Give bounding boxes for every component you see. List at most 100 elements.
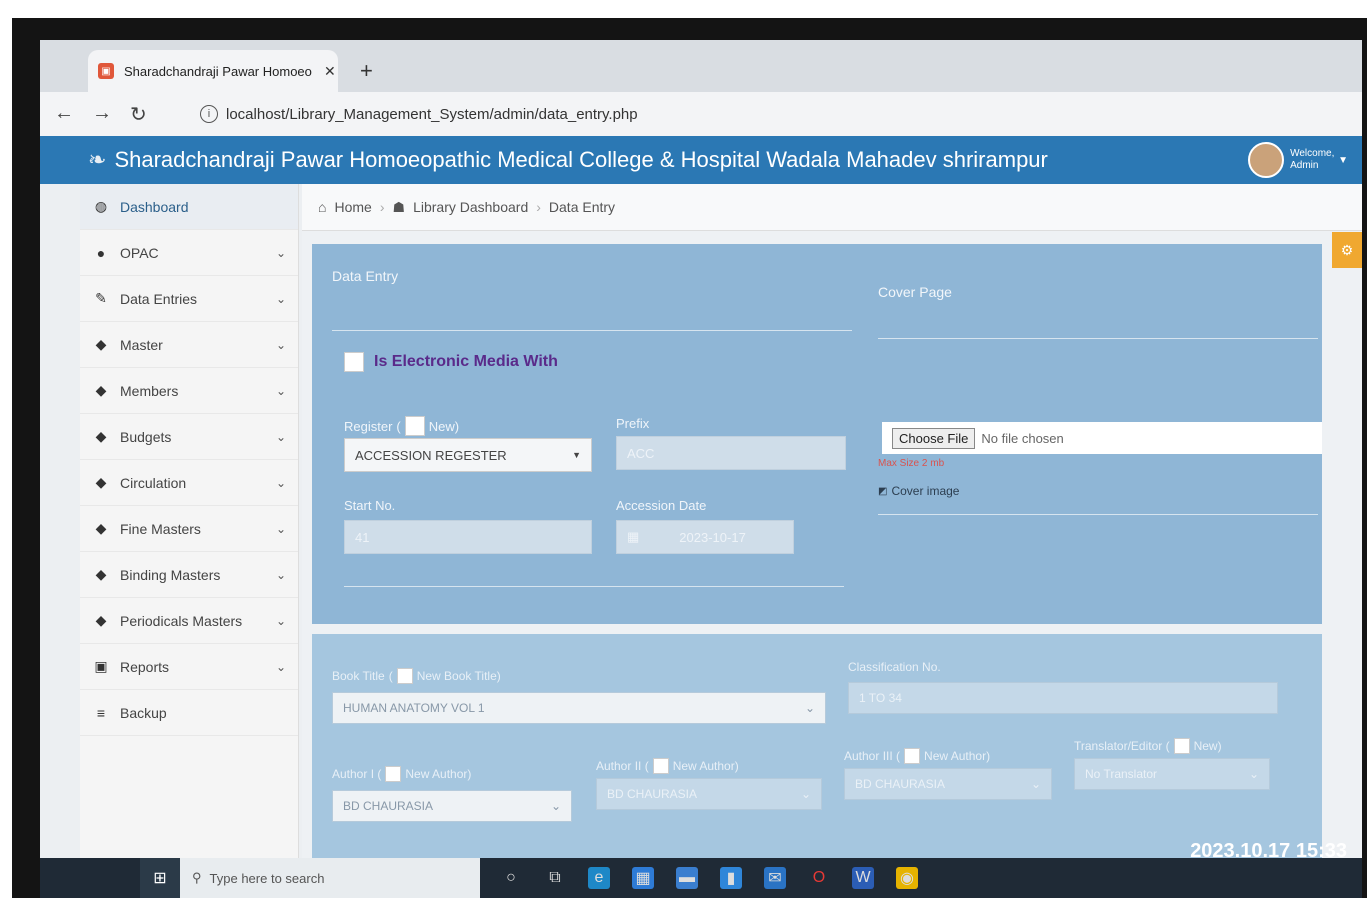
new-translator-checkbox[interactable] — [1173, 738, 1190, 754]
sidebar-item-backup[interactable]: ≡ Backup — [80, 690, 298, 736]
breadcrumb-separator: › — [536, 199, 541, 215]
author3-select[interactable]: BD CHAURASIA ⌄ — [844, 768, 1052, 800]
register-select[interactable]: ACCESSION REGESTER ▼ — [344, 438, 592, 472]
sidebar-item-budgets[interactable]: ◆ Budgets ⌄ — [80, 414, 298, 460]
sidebar-item-members[interactable]: ◆ Members ⌄ — [80, 368, 298, 414]
taskbar-search[interactable]: ⚲ Type here to search — [180, 858, 480, 898]
new-book-title-checkbox[interactable] — [396, 668, 413, 684]
browser-tab[interactable]: ▣ Sharadchandraji Pawar Homoeo ✕ — [88, 50, 338, 92]
windows-start-icon[interactable]: ⊞ — [140, 858, 180, 898]
chevron-down-icon: ⌄ — [275, 291, 286, 306]
breadcrumb-current: Data Entry — [548, 199, 616, 215]
start-no-label: Start No. — [344, 498, 396, 513]
user-label[interactable]: Welcome, Admin — [1290, 148, 1334, 172]
new-author3-checkbox[interactable] — [904, 748, 921, 764]
info-icon[interactable]: i — [200, 105, 218, 123]
omnibox[interactable]: i localhost/Library_Management_System/ad… — [200, 100, 1100, 128]
forward-icon[interactable]: → — [92, 102, 112, 127]
chrome-icon[interactable]: ◉ — [896, 867, 918, 889]
url-text[interactable]: localhost/Library_Management_System/admi… — [226, 106, 638, 123]
prefix-input[interactable]: ACC — [616, 436, 846, 470]
cover-image-placeholder: ◩ Cover image — [878, 484, 959, 498]
translator-label: Translator/Editor ( New) — [1074, 738, 1222, 754]
register-label-text: Register — [344, 418, 393, 434]
accession-date-label: Accession Date — [616, 498, 707, 513]
task-view-icon[interactable]: ⧉ — [544, 867, 566, 889]
accession-date-input[interactable]: ▦ 2023-10-17 — [616, 520, 794, 554]
cortana-icon[interactable]: ○ — [500, 867, 522, 889]
word-icon[interactable]: W — [852, 867, 874, 889]
start-no-input[interactable]: 41 — [344, 520, 592, 554]
app-title: Sharadchandraji Pawar Homoeopathic Medic… — [114, 147, 1048, 172]
paren-open: ( — [396, 418, 401, 434]
edge-icon[interactable]: e — [588, 867, 610, 889]
prefix-value: ACC — [627, 445, 655, 461]
new-book-title-label: New Book Title) — [416, 669, 501, 683]
book-title-select[interactable]: HUMAN ANATOMY VOL 1 ⌄ — [332, 692, 826, 724]
author3-value: BD CHAURASIA — [855, 777, 946, 791]
new-author2-label: New Author) — [672, 759, 739, 773]
reload-icon[interactable]: ↻ — [130, 102, 147, 127]
sidebar-item-circulation[interactable]: ◆ Circulation ⌄ — [80, 460, 298, 506]
calendar-app-icon[interactable]: ▦ — [632, 867, 654, 889]
choose-file-button[interactable]: Choose File — [892, 427, 976, 449]
electronic-media-checkbox[interactable] — [344, 352, 364, 372]
author1-value: BD CHAURASIA — [343, 799, 434, 813]
users-icon: ☗ — [392, 198, 406, 215]
new-author1-checkbox[interactable] — [385, 766, 402, 782]
classification-value: 1 TO 34 — [859, 691, 902, 705]
cover-file-input[interactable]: Choose File No file chosen — [882, 422, 1322, 454]
chevron-down-icon: ⌄ — [275, 383, 286, 398]
translator-value: No Translator — [1085, 767, 1158, 781]
sidebar-item-reports[interactable]: ▣ Reports ⌄ — [80, 644, 298, 690]
leaf-icon: ❧ — [88, 147, 107, 172]
tag-icon: ◆ — [95, 566, 107, 582]
opera-icon[interactable]: O — [808, 867, 830, 889]
translator-select[interactable]: No Translator ⌄ — [1074, 758, 1270, 790]
new-tab-button[interactable]: + — [360, 58, 373, 84]
sidebar-item-label: Dashboard — [120, 198, 189, 215]
taskbar-search-placeholder: Type here to search — [209, 870, 325, 886]
mail-icon[interactable]: ✉ — [764, 867, 786, 889]
chevron-down-icon: ⌄ — [275, 475, 286, 490]
caret-down-icon[interactable]: ▼ — [1338, 155, 1348, 166]
chevron-down-icon: ⌄ — [275, 429, 286, 444]
sidebar-item-label: Budgets — [120, 428, 172, 445]
breadcrumb-library-dashboard[interactable]: Library Dashboard — [413, 199, 528, 215]
chevron-down-icon: ⌄ — [275, 659, 286, 674]
classification-label: Classification No. — [848, 660, 941, 674]
main-content: ⌂ Home › ☗ Library Dashboard › Data Entr… — [302, 184, 1362, 898]
sidebar-item-label: Reports — [120, 658, 170, 675]
cover-image-alt: Cover image — [891, 484, 960, 498]
breadcrumb-home[interactable]: Home — [334, 199, 371, 215]
tag-icon: ◆ — [95, 382, 107, 398]
chevron-down-icon: ⌄ — [275, 245, 286, 260]
avatar[interactable] — [1248, 142, 1285, 178]
taskbar-apps: ○ ⧉ e ▦ ▬ ▮ ✉ O W ◉ — [500, 867, 918, 889]
sidebar-item-periodicals-masters[interactable]: ◆ Periodicals Masters ⌄ — [80, 598, 298, 644]
sidebar-item-opac[interactable]: ● OPAC ⌄ — [80, 230, 298, 276]
tag-icon: ◆ — [95, 428, 107, 444]
photo-timestamp: 2023.10.17 15:33 — [1190, 840, 1347, 862]
file-explorer-icon[interactable]: ▬ — [676, 867, 698, 889]
sidebar-item-fine-masters[interactable]: ◆ Fine Masters ⌄ — [80, 506, 298, 552]
back-icon[interactable]: ← — [54, 102, 74, 127]
register-new-checkbox[interactable] — [404, 416, 425, 436]
gear-icon[interactable]: ⚙ — [1332, 232, 1362, 268]
author2-select[interactable]: BD CHAURASIA ⌄ — [596, 778, 822, 810]
sidebar-item-label: OPAC — [120, 244, 159, 261]
document-icon[interactable]: ▮ — [720, 867, 742, 889]
divider — [344, 586, 844, 587]
sidebar-item-master[interactable]: ◆ Master ⌄ — [80, 322, 298, 368]
paren-open: ( — [388, 669, 393, 683]
sidebar-item-binding-masters[interactable]: ◆ Binding Masters ⌄ — [80, 552, 298, 598]
sidebar-item-data-entries[interactable]: ✎ Data Entries ⌄ — [80, 276, 298, 322]
data-entry-panel: Data Entry Cover Page Is Electronic Medi… — [312, 244, 1322, 624]
electronic-media-option[interactable]: Is Electronic Media With — [344, 352, 558, 372]
classification-input[interactable]: 1 TO 34 — [848, 682, 1278, 714]
close-icon[interactable]: ✕ — [324, 63, 336, 80]
user-menu[interactable]: Welcome, Admin ▼ — [1248, 142, 1348, 178]
author1-select[interactable]: BD CHAURASIA ⌄ — [332, 790, 572, 822]
sidebar-item-dashboard[interactable]: ◍ Dashboard — [80, 184, 298, 230]
new-author2-checkbox[interactable] — [652, 758, 669, 774]
